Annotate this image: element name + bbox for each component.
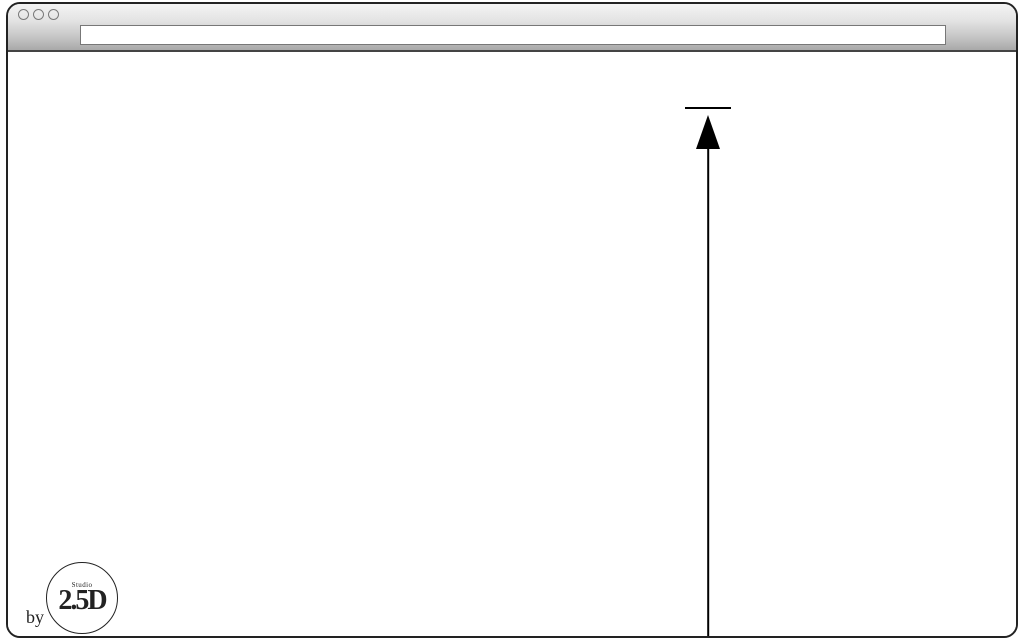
window-controls: [18, 9, 59, 20]
logo-top-text: Studio: [72, 581, 93, 589]
logo-prefix: by: [26, 607, 44, 628]
maximize-icon[interactable]: [48, 9, 59, 20]
arrow-up-icon: [696, 115, 720, 149]
browser-content: by Studio 2.5D: [8, 52, 1016, 636]
minimize-icon[interactable]: [33, 9, 44, 20]
arrow-line-icon: [707, 147, 709, 638]
studio-logo: by Studio 2.5D: [26, 556, 118, 634]
logo-main-text: 2.5D: [58, 587, 105, 615]
close-icon[interactable]: [18, 9, 29, 20]
logo-circle-icon: Studio 2.5D: [46, 562, 118, 634]
address-bar[interactable]: [80, 25, 946, 45]
arrow-cap-icon: [685, 107, 731, 109]
dimension-arrow: [684, 107, 732, 638]
browser-titlebar: [8, 4, 1016, 52]
browser-window: by Studio 2.5D: [6, 2, 1018, 638]
